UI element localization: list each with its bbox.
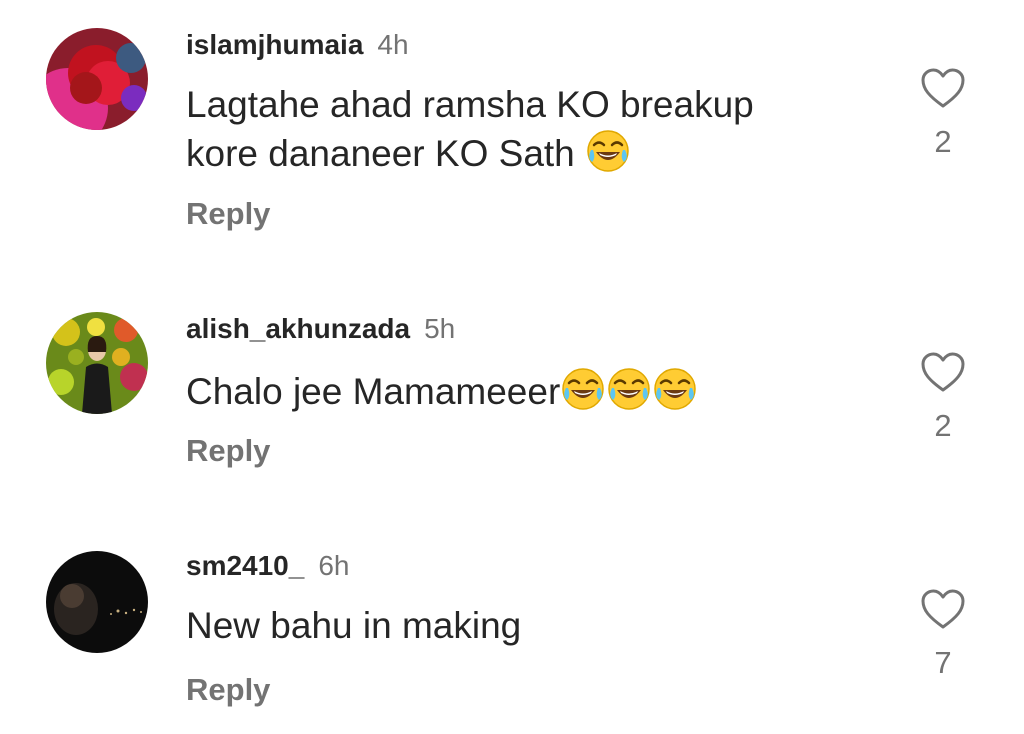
- tears-of-joy-emoji-icon: [560, 366, 606, 412]
- reply-button[interactable]: Reply: [186, 672, 270, 708]
- username[interactable]: alish_akhunzada: [186, 313, 410, 344]
- comment-text-line: Chalo jee Mamameeer: [186, 371, 561, 412]
- username[interactable]: islamjhumaia: [186, 29, 363, 60]
- avatar[interactable]: [46, 551, 148, 653]
- like-control: 7: [918, 587, 968, 681]
- comment-meta: islamjhumaia 4h: [186, 29, 409, 61]
- heart-icon[interactable]: [918, 350, 968, 394]
- timestamp: 6h: [318, 550, 350, 581]
- comment-text: Lagtahe ahad ramsha KO breakup kore dana…: [186, 82, 886, 177]
- reply-button[interactable]: Reply: [186, 433, 270, 469]
- heart-icon[interactable]: [918, 587, 968, 631]
- comment-meta: alish_akhunzada 5h: [186, 313, 455, 345]
- comment-text: Chalo jee Mamameeer: [186, 366, 886, 415]
- like-count[interactable]: 2: [918, 124, 968, 160]
- comment-text-line: kore dananeer KO Sath: [186, 133, 575, 174]
- comment-text-line: New bahu in making: [186, 605, 522, 646]
- heart-icon[interactable]: [918, 66, 968, 110]
- avatar[interactable]: [46, 28, 148, 130]
- timestamp: 5h: [424, 313, 456, 344]
- username[interactable]: sm2410_: [186, 550, 304, 581]
- tears-of-joy-emoji-icon: [606, 366, 652, 412]
- avatar[interactable]: [46, 312, 148, 414]
- comment-meta: sm2410_ 6h: [186, 550, 350, 582]
- comment-text: New bahu in making: [186, 603, 886, 649]
- comment-text-line: Lagtahe ahad ramsha KO breakup: [186, 84, 754, 125]
- like-count[interactable]: 2: [918, 408, 968, 444]
- tears-of-joy-emoji-icon: [652, 366, 698, 412]
- like-control: 2: [918, 66, 968, 160]
- like-control: 2: [918, 350, 968, 444]
- reply-button[interactable]: Reply: [186, 196, 270, 232]
- like-count[interactable]: 7: [918, 645, 968, 681]
- tears-of-joy-emoji-icon: [585, 128, 631, 174]
- timestamp: 4h: [377, 29, 409, 60]
